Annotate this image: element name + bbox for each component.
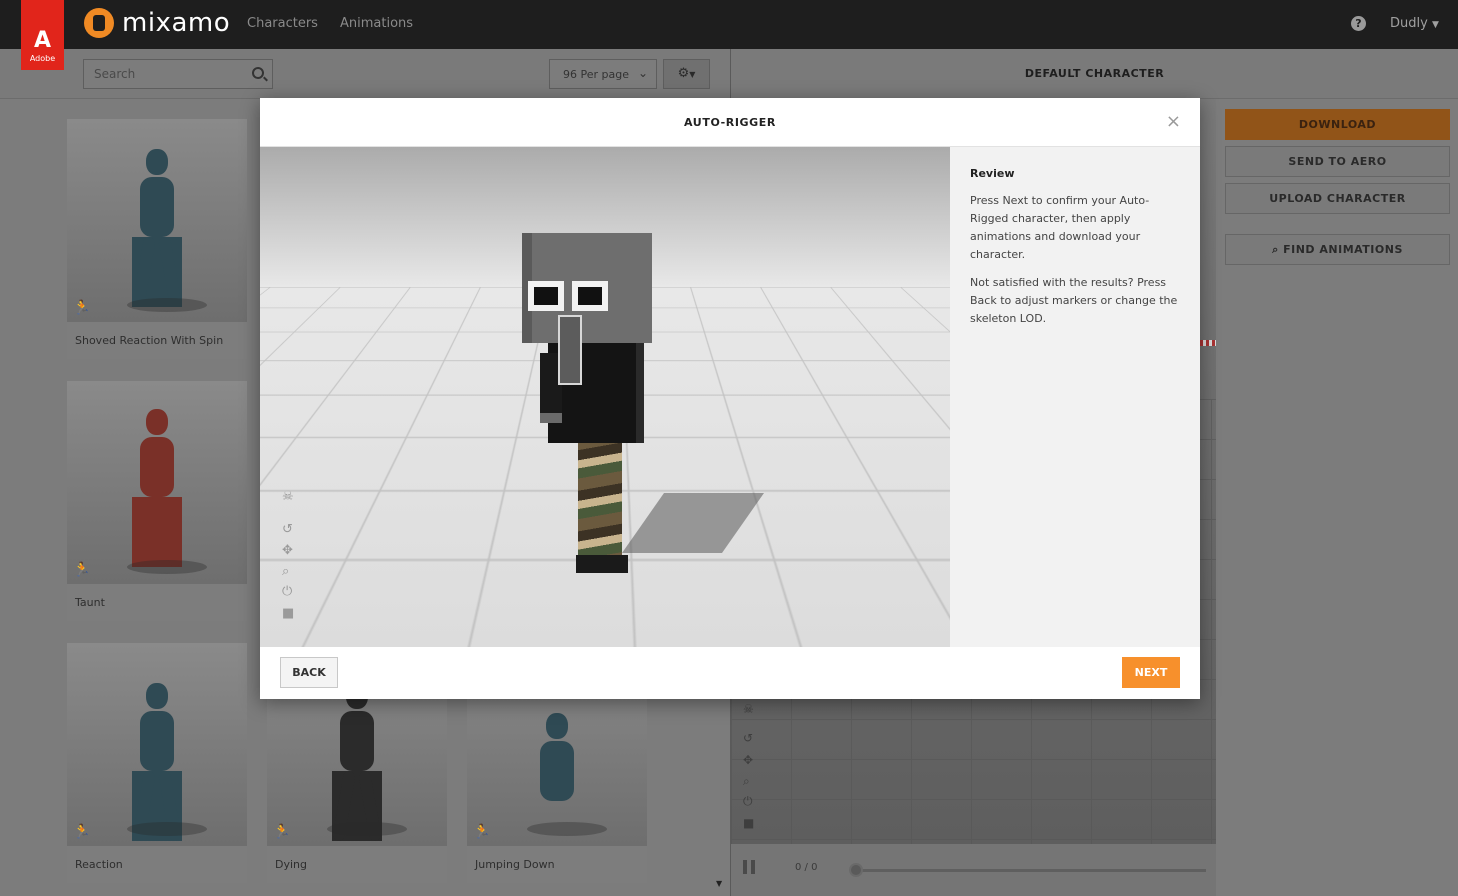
card-label: Shoved Reaction With Spin [75, 334, 224, 347]
card-label: Jumping Down [475, 858, 555, 871]
mixamo-logo-icon [84, 8, 114, 38]
review-help: Not satisfied with the results? Press Ba… [970, 276, 1178, 325]
card-label: Dying [275, 858, 307, 871]
running-figure-icon: 🏃 [473, 824, 491, 840]
search-input[interactable] [84, 60, 244, 88]
back-button[interactable]: BACK [280, 657, 338, 688]
viewer-edge-marker [1200, 340, 1216, 346]
adobe-a-icon: A [33, 28, 52, 53]
card-label: Reaction [75, 858, 123, 871]
scroll-down-icon[interactable]: ▼ [716, 879, 722, 888]
help-icon[interactable]: ? [1351, 16, 1366, 31]
card-thumbnail: 🏃 [67, 643, 247, 846]
mixamo-brand[interactable]: mixamo [84, 8, 230, 38]
per-page-select[interactable]: 96 Per page ⌄ [549, 59, 657, 89]
modal-title: AUTO-RIGGER [260, 98, 1200, 147]
move-icon[interactable]: ✥ [743, 753, 753, 767]
modal-title-text: AUTO-RIGGER [684, 116, 776, 129]
settings-button[interactable]: ⚙▼ [663, 59, 710, 89]
rig-preview-viewport[interactable]: ☠ ↺ ✥ ⌕ ⏻ ■ [260, 147, 950, 647]
card-thumbnail: 🏃 [67, 119, 247, 322]
character-preview [132, 149, 182, 307]
search-icon: ⌕ [1272, 243, 1279, 256]
character-preview [132, 409, 182, 567]
review-pane: Review Press Next to confirm your Auto-R… [950, 147, 1200, 647]
upload-character-button[interactable]: UPLOAD CHARACTER [1225, 183, 1450, 214]
running-figure-icon: 🏃 [273, 824, 291, 840]
card-thumbnail: 🏃 [67, 381, 247, 584]
auto-rigger-modal: AUTO-RIGGER × ☠ ↺ ✥ ⌕ ⏻ ■ Review Press N… [260, 98, 1200, 699]
skull-icon[interactable]: ☠ [282, 489, 294, 504]
close-icon[interactable]: × [1166, 112, 1181, 132]
rotate-icon[interactable]: ↺ [743, 731, 753, 745]
animation-card[interactable]: 🏃 Shoved Reaction With Spin [67, 119, 247, 359]
search-box [83, 59, 273, 89]
actions-panel: DOWNLOAD SEND TO AERO UPLOAD CHARACTER ⌕… [1216, 99, 1458, 896]
per-page-value: 96 Per page [563, 68, 629, 81]
rotate-icon[interactable]: ↺ [282, 522, 293, 537]
camera-icon[interactable]: ■ [743, 816, 754, 830]
move-icon[interactable]: ✥ [282, 543, 293, 558]
modal-footer: BACK NEXT [260, 647, 1200, 699]
adobe-logo[interactable]: A Adobe [21, 0, 64, 70]
pause-icon[interactable] [743, 860, 755, 874]
next-button[interactable]: NEXT [1122, 657, 1180, 688]
gear-icon: ⚙ [677, 66, 690, 81]
zoom-icon[interactable]: ⌕ [282, 564, 289, 579]
running-figure-icon: 🏃 [73, 300, 91, 316]
rigged-character [518, 233, 765, 578]
timeline-scrubber[interactable] [849, 863, 863, 877]
caret-down-icon: ▼ [689, 70, 696, 79]
skull-icon[interactable]: ☠ [743, 702, 754, 716]
chevron-down-icon: ⌄ [637, 66, 648, 80]
character-preview [132, 683, 182, 841]
top-bar: mixamo Characters Animations ? Dudly ▼ [0, 0, 1458, 49]
animation-card[interactable]: 🏃 Taunt [67, 381, 247, 621]
character-preview [540, 713, 574, 801]
review-title: Review [970, 167, 1015, 180]
camera-icon[interactable]: ■ [282, 606, 294, 621]
character-preview [332, 683, 382, 841]
user-name: Dudly [1390, 16, 1428, 31]
timeline-track[interactable] [851, 869, 1206, 872]
viewer-title: DEFAULT CHARACTER [731, 49, 1458, 99]
nav-characters[interactable]: Characters [247, 16, 318, 31]
user-menu[interactable]: Dudly ▼ [1390, 16, 1439, 31]
send-to-aero-button[interactable]: SEND TO AERO [1225, 146, 1450, 177]
caret-down-icon: ▼ [1431, 20, 1439, 30]
running-figure-icon: 🏃 [73, 824, 91, 840]
card-label: Taunt [75, 596, 105, 609]
review-instructions: Press Next to confirm your Auto-Rigged c… [970, 194, 1150, 261]
animation-card[interactable]: 🏃 Reaction [67, 643, 247, 883]
search-icon[interactable] [252, 67, 264, 79]
playback-controls: 0 / 0 [731, 844, 1216, 896]
adobe-word: Adobe [29, 54, 56, 63]
power-icon[interactable]: ⏻ [743, 794, 753, 809]
power-icon[interactable]: ⏻ [282, 584, 292, 599]
zoom-icon[interactable]: ⌕ [743, 774, 750, 789]
running-figure-icon: 🏃 [73, 562, 91, 578]
find-animations-button[interactable]: ⌕ FIND ANIMATIONS [1225, 234, 1450, 265]
find-animations-label: FIND ANIMATIONS [1283, 243, 1403, 256]
nav-animations[interactable]: Animations [340, 16, 413, 31]
library-toolbar: 96 Per page ⌄ ⚙▼ [0, 49, 730, 99]
download-button[interactable]: DOWNLOAD [1225, 109, 1450, 140]
brand-name: mixamo [122, 8, 231, 38]
frame-counter: 0 / 0 [795, 862, 818, 873]
